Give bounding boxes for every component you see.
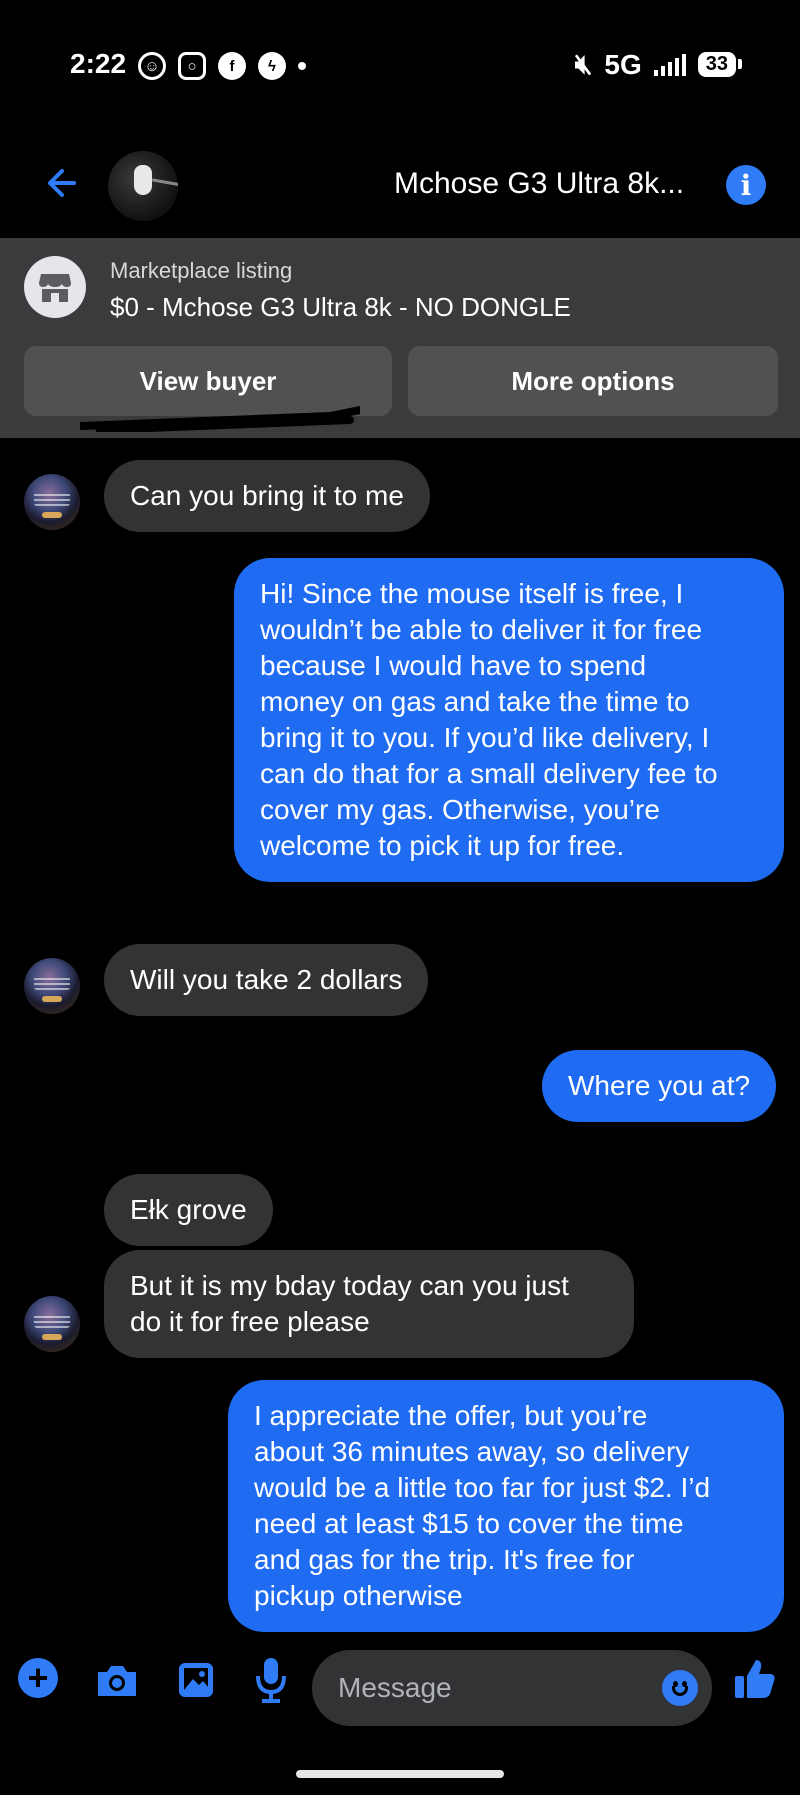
conversation-title[interactable]: Mchose G3 Ultra 8k... <box>394 167 684 201</box>
listing-name[interactable]: $0 - Mchose G3 Ultra 8k - NO DONGLE <box>110 292 571 323</box>
conversation-header: Mchose G3 Ultra 8k... i <box>0 135 800 235</box>
status-time: 2:22 <box>70 48 127 79</box>
notification-icons: ☺ ○ f ϟ <box>138 52 306 80</box>
message-outgoing[interactable]: Where you at? <box>542 1050 777 1122</box>
marketplace-store-icon <box>24 256 86 318</box>
dot-icon <box>298 62 306 70</box>
gallery-icon[interactable] <box>176 1660 216 1700</box>
plus-icon[interactable]: + <box>18 1658 58 1698</box>
avatar-notification-icon: ☺ <box>138 52 166 80</box>
message-outgoing[interactable]: I appreciate the offer, but you’re about… <box>228 1380 784 1632</box>
contact-avatar[interactable] <box>108 151 178 221</box>
sender-avatar[interactable] <box>24 474 80 530</box>
mute-icon: 🔇︎ <box>574 48 593 79</box>
facebook-icon: f <box>218 52 246 80</box>
message-incoming[interactable]: Will you take 2 dollars <box>104 944 429 1016</box>
signal-icon <box>653 53 686 76</box>
message-incoming[interactable]: Can you bring it to me <box>104 460 430 532</box>
instagram-icon: ○ <box>178 52 206 80</box>
microphone-icon[interactable] <box>254 1656 288 1704</box>
status-bar: 2:22 ☺ ○ f ϟ 🔇︎ 5G 33 <box>0 0 800 130</box>
like-icon[interactable] <box>732 1656 778 1702</box>
battery-icon: 33 <box>697 52 743 77</box>
system-icons: 🔇︎ 5G 33 <box>574 48 743 81</box>
home-indicator[interactable] <box>296 1770 504 1778</box>
emoji-icon[interactable] <box>662 1670 698 1706</box>
message-incoming[interactable]: But it is my bday today can you just do … <box>104 1250 634 1358</box>
network-label: 5G <box>604 48 642 80</box>
redaction-scribble <box>80 406 360 432</box>
listing-kicker: Marketplace listing <box>110 258 293 283</box>
sender-avatar[interactable] <box>24 958 80 1014</box>
info-icon[interactable]: i <box>726 165 766 205</box>
messenger-icon: ϟ <box>258 52 286 80</box>
camera-icon[interactable] <box>94 1662 140 1700</box>
sender-avatar[interactable] <box>24 1296 80 1352</box>
back-arrow-icon[interactable] <box>40 163 80 203</box>
more-options-button[interactable]: More options <box>408 346 778 416</box>
message-placeholder: Message <box>338 1672 452 1703</box>
message-incoming[interactable]: Ełk grove <box>104 1174 273 1246</box>
message-outgoing[interactable]: Hi! Since the mouse itself is free, I wo… <box>234 558 784 882</box>
message-input[interactable]: Message <box>312 1650 712 1726</box>
message-composer: + Message <box>0 1642 800 1732</box>
